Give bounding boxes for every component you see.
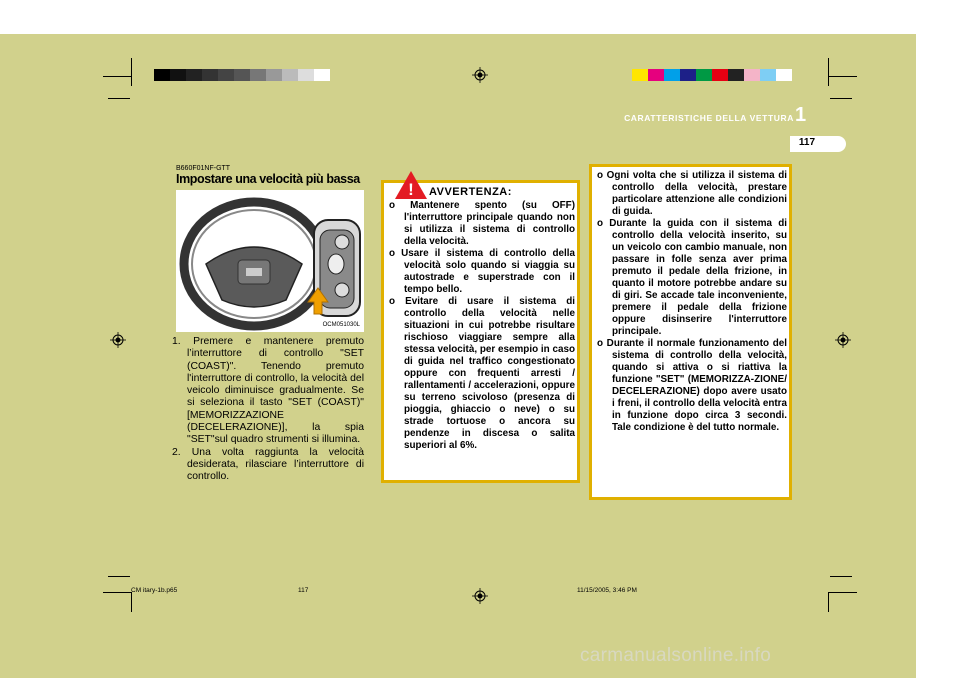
color-calibration-bar [632, 69, 792, 81]
step-item: 2. Una volta raggiunta la velocità desid… [172, 446, 364, 483]
crop-mark [828, 58, 829, 86]
steering-wheel-illustration [179, 197, 361, 331]
footer-filename: CM itary-1b.p65 [131, 587, 178, 594]
watermark-text: carmanualsonline.info [580, 645, 772, 666]
warning-item: o Ogni volta che si utilizza il sistema … [597, 170, 787, 217]
crop-mark [108, 576, 130, 577]
svg-text:!: ! [408, 180, 414, 199]
footer-date: 11/15/2005, 3:46 PM [577, 587, 637, 594]
warning-title: AVVERTENZA: [429, 186, 512, 198]
warning-item: o Durante la guida con il sistema di con… [597, 218, 787, 337]
warning-list-continued: o Ogni volta che si utilizza il sistema … [597, 170, 787, 434]
crop-mark [108, 98, 130, 99]
crop-mark [131, 58, 132, 86]
page-number: 117 [798, 137, 816, 148]
crop-mark [829, 76, 857, 77]
warning-box: ! AVVERTENZA: o Mantenere spento (su OFF… [381, 171, 580, 483]
warning-item: o Durante il normale funzionamento del s… [597, 338, 787, 433]
steering-wheel-figure: OCM051030L [176, 190, 364, 332]
crop-mark [828, 592, 829, 612]
warning-item: o Usare il sistema di controllo della ve… [389, 248, 575, 295]
registration-mark-icon [472, 588, 488, 604]
step-item: 1. Premere e mantenere premuto l’interru… [172, 336, 364, 446]
figure-code: OCM051030L [322, 322, 360, 328]
warning-triangle-icon: ! [395, 171, 427, 199]
registration-mark-icon [110, 332, 126, 348]
chapter-number: 1 [795, 104, 807, 126]
registration-mark-icon [835, 332, 851, 348]
section-title: Impostare una velocità più bassa [176, 172, 360, 186]
crop-mark [103, 592, 131, 593]
manual-page: CARATTERISTICHE DELLA VETTURA 1 117 B660… [0, 0, 960, 678]
crop-mark [131, 592, 132, 612]
instruction-steps: 1. Premere e mantenere premuto l’interru… [172, 336, 364, 484]
warning-item: o Mantenere spento (su OFF) l'interrutto… [389, 200, 575, 247]
crop-mark [830, 98, 852, 99]
section-code: B660F01NF-GTT [176, 165, 231, 172]
registration-mark-icon [472, 67, 488, 83]
warning-box-continued: o Ogni volta che si utilizza il sistema … [589, 164, 792, 500]
crop-mark [830, 576, 852, 577]
crop-mark [103, 76, 131, 77]
warning-list: o Mantenere spento (su OFF) l'interrutto… [389, 200, 575, 452]
crop-mark [829, 592, 857, 593]
chapter-title: CARATTERISTICHE DELLA VETTURA [624, 113, 794, 123]
footer-page: 117 [298, 587, 309, 594]
grayscale-calibration-bar [154, 69, 330, 81]
warning-item: o Evitare di usare il sistema di control… [389, 296, 575, 451]
